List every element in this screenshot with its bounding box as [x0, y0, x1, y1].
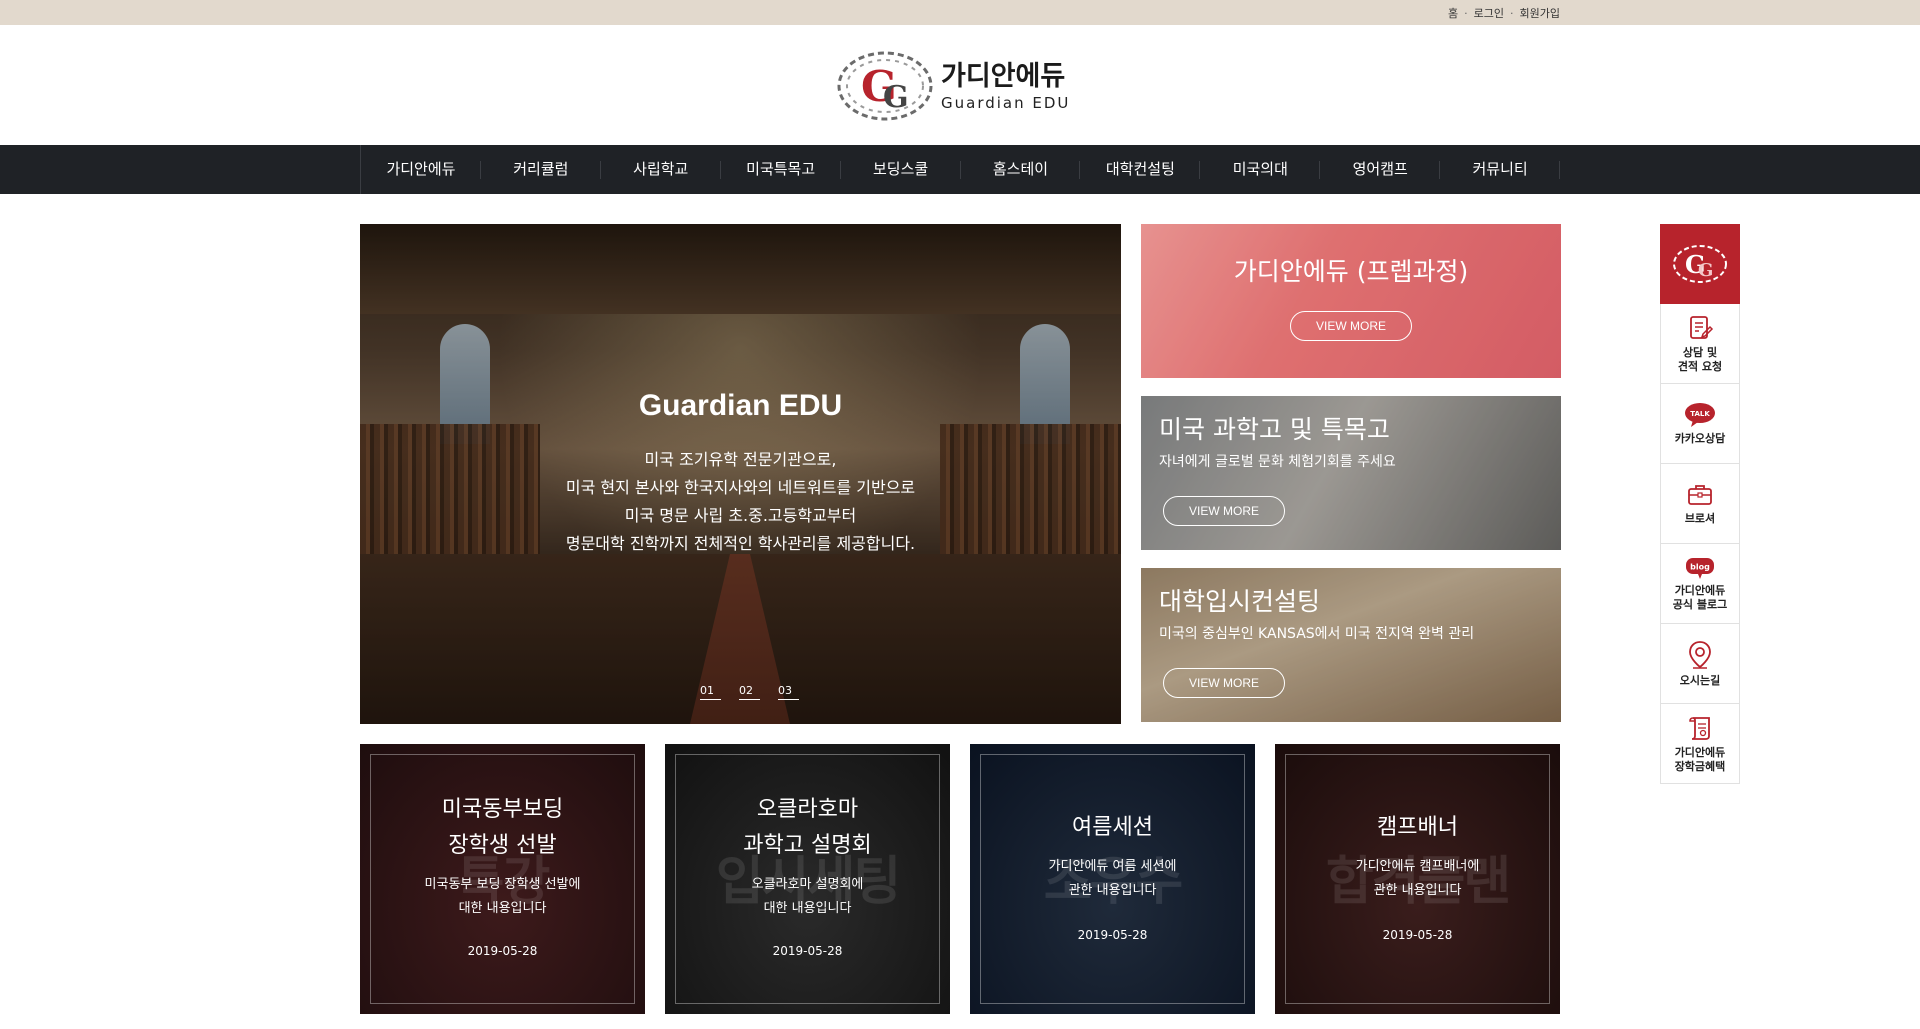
quick-item-consult[interactable]: 상담 및 견적 요청: [1660, 304, 1740, 384]
card-date: 2019-05-28: [1382, 928, 1453, 942]
quick-item-label: 가디안에듀 장학금혜택: [1674, 745, 1726, 773]
quick-item-scholarship[interactable]: 가디안에듀 장학금혜택: [1660, 704, 1740, 784]
guardian-logo-icon: G G: [1673, 245, 1727, 283]
card-title: 미국동부보딩: [441, 797, 564, 822]
card-description: 가디안에듀 캠프배너에: [1355, 859, 1480, 874]
promo-banner-prep[interactable]: 가디안에듀 (프렙과정) VIEW MORE: [1141, 224, 1561, 378]
site-logo[interactable]: G G 가디안에듀 Guardian EDU: [835, 49, 1070, 123]
quick-item-blog[interactable]: blog 가디안에듀 공식 블로그: [1660, 544, 1740, 624]
card-description: 가디안에듀 여름 세션에: [1048, 859, 1177, 874]
kakao-talk-icon: TALK: [1685, 402, 1715, 427]
event-card[interactable]: 조우수 여름세션 가디안에듀 여름 세션에 관한 내용입니다 2019-05-2…: [970, 744, 1255, 1014]
card-title: 과학고 설명회: [743, 833, 872, 858]
location-pin-icon: [1689, 640, 1711, 669]
nav-item-homestay[interactable]: 홈스테이: [961, 145, 1081, 194]
nav-item-college-consulting[interactable]: 대학컨설팅: [1080, 145, 1201, 194]
svg-text:G: G: [1698, 260, 1713, 281]
quick-item-directions[interactable]: 오시는길: [1660, 624, 1740, 704]
hero-line: 미국 조기유학 전문기관으로,: [644, 450, 837, 469]
promo-banner-special-school[interactable]: 미국 과학고 및 특목고 자녀에게 글로벌 문화 체험기회를 주세요 VIEW …: [1141, 396, 1561, 550]
event-card[interactable]: 합격플랜 캠프배너 가디안에듀 캠프배너에 관한 내용입니다 2019-05-2…: [1275, 744, 1560, 1014]
hero-title: Guardian EDU: [638, 389, 843, 422]
home-link[interactable]: 홈: [1448, 5, 1458, 21]
nav-item-community[interactable]: 커뮤니티: [1440, 145, 1560, 194]
quick-item-label: 가디안에듀 공식 블로그: [1672, 583, 1728, 611]
login-link[interactable]: 로그인: [1474, 5, 1504, 21]
promo-subtitle: 미국의 중심부인 KANSAS에서 미국 전지역 완벽 관리: [1159, 626, 1475, 642]
utility-links: 홈 · 로그인 · 회원가입: [1448, 5, 1560, 21]
hero-line: 미국 명문 사립 초.중.고등학교부터: [624, 506, 857, 525]
card-description: 대한 내용입니다: [458, 901, 547, 916]
card-date: 2019-05-28: [1077, 928, 1148, 942]
promo-title: 미국 과학고 및 특목고: [1159, 415, 1390, 444]
quick-menu-logo[interactable]: G G: [1660, 224, 1740, 304]
nav-item-medical-school[interactable]: 미국의대: [1200, 145, 1321, 194]
svg-text:G: G: [883, 80, 909, 115]
hero-pager-dot[interactable]: 01: [700, 684, 721, 700]
quick-item-brochure[interactable]: 브로셔: [1660, 464, 1740, 544]
top-utility-bar: 홈 · 로그인 · 회원가입: [0, 0, 1920, 25]
event-card[interactable]: 입시세팅 오클라호마 과학고 설명회 오클라호마 설명회에 대한 내용입니다 2…: [665, 744, 950, 1014]
scroll-icon: [1689, 716, 1710, 740]
nav-item-private-school[interactable]: 사립학교: [601, 145, 721, 194]
quick-item-label: 카카오상담: [1674, 431, 1726, 445]
card-title: 캠프배너: [1377, 815, 1458, 840]
guardian-logo-icon: G G: [837, 51, 933, 121]
quick-item-kakao[interactable]: TALK 카카오상담: [1660, 384, 1740, 464]
card-description: 오클라호마 설명회에: [751, 877, 864, 892]
hero-pager-dot[interactable]: 02: [739, 684, 760, 700]
card-description: 관한 내용입니다: [1068, 883, 1157, 898]
promo-shade: [1141, 224, 1561, 378]
promo-subtitle: 자녀에게 글로벌 문화 체험기회를 주세요: [1159, 454, 1396, 470]
kakao-badge: TALK: [1690, 410, 1710, 418]
quick-item-label: 상담 및 견적 요청: [1677, 345, 1723, 373]
logo-text: 가디안에듀 Guardian EDU: [941, 60, 1070, 112]
briefcase-icon: [1688, 484, 1712, 505]
hero-description: 미국 조기유학 전문기관으로, 미국 현지 본사와 한국지사와의 네트워트를 기…: [360, 446, 1121, 558]
quick-item-label: 브로셔: [1684, 511, 1716, 525]
logo-english: Guardian EDU: [941, 94, 1071, 112]
main-nav: 가디안에듀 커리큘럼 사립학교 미국특목고 보딩스쿨 홈스테이 대학컨설팅 미국…: [0, 145, 1920, 194]
card-date: 2019-05-28: [467, 944, 538, 958]
promo-banner-college-consulting[interactable]: 대학입시컨설팅 미국의 중심부인 KANSAS에서 미국 전지역 완벽 관리 V…: [1141, 568, 1561, 722]
logo-korean: 가디안에듀: [941, 61, 1066, 92]
hero-line: 미국 현지 본사와 한국지사와의 네트워트를 기반으로: [565, 478, 916, 497]
nav-item-english-camp[interactable]: 영어캠프: [1320, 145, 1441, 194]
nav-item-curriculum[interactable]: 커리큘럼: [481, 145, 601, 194]
main-content: Guardian EDU 미국 조기유학 전문기관으로, 미국 현지 본사와 한…: [360, 194, 1561, 1029]
view-more-button[interactable]: VIEW MORE: [1163, 668, 1285, 698]
signup-link[interactable]: 회원가입: [1520, 5, 1560, 21]
promo-title: 대학입시컨설팅: [1159, 587, 1321, 616]
card-title: 여름세션: [1072, 815, 1153, 840]
nav-item-guardianedu[interactable]: 가디안에듀: [361, 145, 481, 194]
card-description: 미국동부 보딩 장학생 선발에: [424, 877, 581, 892]
separator: ·: [1464, 6, 1468, 20]
hero-line: 명문대학 진학까지 전체적인 학사관리를 제공합니다.: [565, 534, 916, 553]
view-more-button[interactable]: VIEW MORE: [1290, 311, 1412, 341]
document-edit-icon: [1690, 315, 1714, 339]
event-card[interactable]: 특강 미국동부보딩 장학생 선발 미국동부 보딩 장학생 선발에 대한 내용입니…: [360, 744, 645, 1014]
card-title: 오클라호마: [756, 797, 859, 822]
nav-item-special-school[interactable]: 미국특목고: [721, 145, 841, 194]
hero-pager-dot[interactable]: 03: [778, 684, 799, 700]
hero-slider[interactable]: Guardian EDU 미국 조기유학 전문기관으로, 미국 현지 본사와 한…: [360, 224, 1121, 724]
quick-item-label: 오시는길: [1679, 673, 1721, 687]
blog-icon: blog: [1686, 557, 1714, 579]
quick-menu: G G 상담 및 견적 요청 TALK 카카오상담 브로셔 blog 가디안에듀…: [1660, 224, 1740, 784]
nav-item-boarding-school[interactable]: 보딩스쿨: [841, 145, 961, 194]
card-date: 2019-05-28: [772, 944, 843, 958]
blog-badge: blog: [1690, 562, 1710, 571]
card-description: 대한 내용입니다: [763, 901, 852, 916]
card-description: 관한 내용입니다: [1373, 883, 1462, 898]
site-header: G G 가디안에듀 Guardian EDU: [0, 25, 1920, 145]
promo-title: 가디안에듀 (프렙과정): [1233, 257, 1469, 286]
event-cards: 특강 미국동부보딩 장학생 선발 미국동부 보딩 장학생 선발에 대한 내용입니…: [360, 744, 1560, 1014]
view-more-button[interactable]: VIEW MORE: [1163, 496, 1285, 526]
hero-pager: 01 02 03: [700, 684, 799, 700]
separator: ·: [1510, 6, 1514, 20]
card-title: 장학생 선발: [448, 833, 557, 858]
